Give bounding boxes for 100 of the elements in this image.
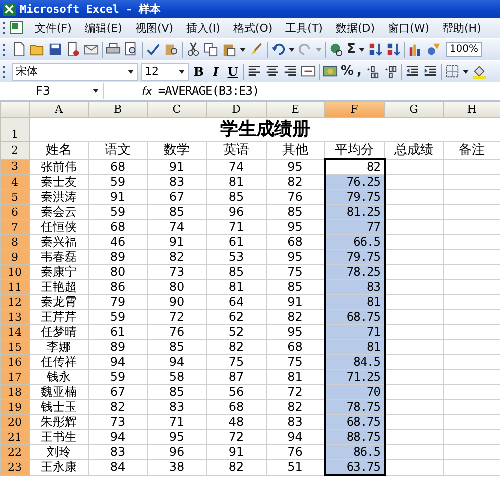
percent-button[interactable]: % (341, 64, 354, 79)
row-header[interactable]: 15 (0, 340, 30, 354)
row-header[interactable]: 18 (0, 384, 30, 400)
table-cell: 秦康宁 (30, 264, 88, 280)
align-right-icon[interactable] (283, 64, 298, 79)
currency-icon[interactable] (323, 64, 338, 79)
new-file-icon[interactable] (12, 42, 27, 57)
table-cell: 84.5 (324, 354, 384, 370)
sort-descending-icon[interactable] (386, 42, 401, 57)
column-header[interactable]: G (384, 102, 444, 118)
dropdown-arrow-icon[interactable] (240, 48, 246, 52)
paste-icon[interactable] (222, 42, 237, 57)
dropdown-arrow-icon[interactable] (93, 89, 99, 93)
font-size-dropdown[interactable]: 12 (141, 62, 189, 80)
menu-item[interactable]: 视图(V) (131, 20, 178, 36)
grip-icon (3, 42, 6, 56)
row-header[interactable]: 10 (0, 264, 30, 280)
row-header[interactable]: 16 (0, 354, 30, 370)
dropdown-arrow-icon[interactable] (358, 48, 365, 52)
name-box[interactable]: F3 (0, 83, 104, 99)
table-cell: 61 (88, 324, 148, 340)
decrease-indent-icon[interactable] (404, 64, 420, 79)
workbook-icon[interactable] (9, 20, 25, 36)
table-cell: 94 (88, 354, 148, 370)
drawing-icon[interactable] (426, 42, 441, 57)
comma-button[interactable]: , (357, 64, 362, 79)
underline-button[interactable]: U (226, 64, 240, 78)
align-center-icon[interactable] (265, 64, 280, 79)
autosum-button[interactable]: Σ (347, 42, 356, 57)
row-header[interactable]: 9 (0, 250, 30, 264)
table-cell: 80 (148, 280, 206, 294)
row-header[interactable]: 3 (0, 159, 30, 174)
column-header[interactable]: E (266, 102, 324, 118)
row-header[interactable]: 14 (0, 324, 30, 340)
row-header[interactable]: 23 (0, 460, 30, 475)
row-header[interactable]: 13 (0, 310, 30, 324)
menu-item[interactable]: 数据(D) (332, 20, 380, 36)
chart-icon[interactable] (408, 42, 423, 57)
row-header[interactable]: 4 (0, 174, 30, 190)
font-dropdown[interactable]: 宋体 (12, 62, 138, 80)
table-cell: 81 (324, 340, 384, 354)
menu-item[interactable]: 文件(F) (31, 20, 76, 36)
insert-function-button[interactable]: fx (142, 84, 152, 98)
fill-color-icon[interactable] (472, 64, 487, 79)
merge-center-icon[interactable] (301, 64, 316, 79)
row-header[interactable]: 12 (0, 294, 30, 310)
formula-field[interactable]: =AVERAGE(B3:E3) (158, 84, 260, 98)
window-title: Microsoft Excel - 样本 (20, 2, 162, 16)
table-cell: 85 (148, 204, 206, 220)
column-header[interactable]: C (148, 102, 206, 118)
row-header[interactable]: 1 (0, 118, 30, 142)
row-header[interactable]: 19 (0, 400, 30, 414)
increase-indent-icon[interactable] (422, 64, 438, 79)
dropdown-arrow-icon[interactable] (289, 48, 295, 52)
row-header[interactable]: 5 (0, 190, 30, 204)
table-cell: 96 (206, 204, 266, 220)
column-header[interactable]: A (30, 102, 88, 118)
copy-icon[interactable] (204, 42, 219, 57)
row-header[interactable]: 11 (0, 280, 30, 294)
table-cell: 83 (324, 280, 384, 294)
row-header[interactable]: 6 (0, 204, 30, 220)
table-cell: 96 (148, 444, 206, 460)
menu-item[interactable]: 插入(I) (182, 20, 224, 36)
dropdown-arrow-icon[interactable] (128, 70, 134, 74)
row-header[interactable]: 17 (0, 370, 30, 384)
brush-icon[interactable] (249, 42, 264, 57)
table-cell: 82 (206, 340, 266, 354)
column-header[interactable]: D (206, 102, 266, 118)
borders-icon[interactable] (444, 64, 460, 79)
row-header[interactable]: 7 (0, 220, 30, 234)
table-cell: 71 (206, 220, 266, 234)
table-cell: 魏亚楠 (30, 384, 88, 400)
spelling-icon[interactable] (146, 42, 161, 57)
zoom-field[interactable]: 100% (446, 42, 482, 57)
row-header[interactable]: 20 (0, 414, 30, 430)
table-cell: 81 (324, 294, 384, 310)
menu-item[interactable]: 窗口(W) (384, 20, 434, 36)
row-header[interactable]: 8 (0, 234, 30, 250)
menu-item[interactable]: 格式(O) (229, 20, 277, 36)
cut-icon[interactable] (186, 42, 201, 57)
dropdown-arrow-icon[interactable] (179, 70, 185, 74)
row-header[interactable]: 21 (0, 430, 30, 444)
row-header[interactable]: 22 (0, 444, 30, 460)
column-header[interactable]: H (444, 102, 500, 118)
bold-button[interactable]: B (192, 64, 206, 78)
menu-item[interactable]: 帮助(H) (438, 20, 486, 36)
column-header[interactable]: B (88, 102, 148, 118)
table-cell: 80 (88, 264, 148, 280)
row-header[interactable]: 2 (0, 142, 30, 159)
table-cell: 68 (206, 400, 266, 414)
menu-item[interactable]: 工具(T) (282, 20, 327, 36)
column-header[interactable]: F (324, 102, 384, 118)
dropdown-arrow-icon[interactable] (462, 70, 469, 74)
sort-ascending-icon[interactable] (368, 42, 383, 57)
undo-icon[interactable] (271, 42, 286, 57)
table-cell: 83 (88, 444, 148, 460)
italic-button[interactable]: I (209, 64, 223, 78)
save-icon[interactable] (48, 42, 63, 57)
align-left-icon[interactable] (247, 64, 262, 79)
menu-item[interactable]: 编辑(E) (80, 20, 126, 36)
